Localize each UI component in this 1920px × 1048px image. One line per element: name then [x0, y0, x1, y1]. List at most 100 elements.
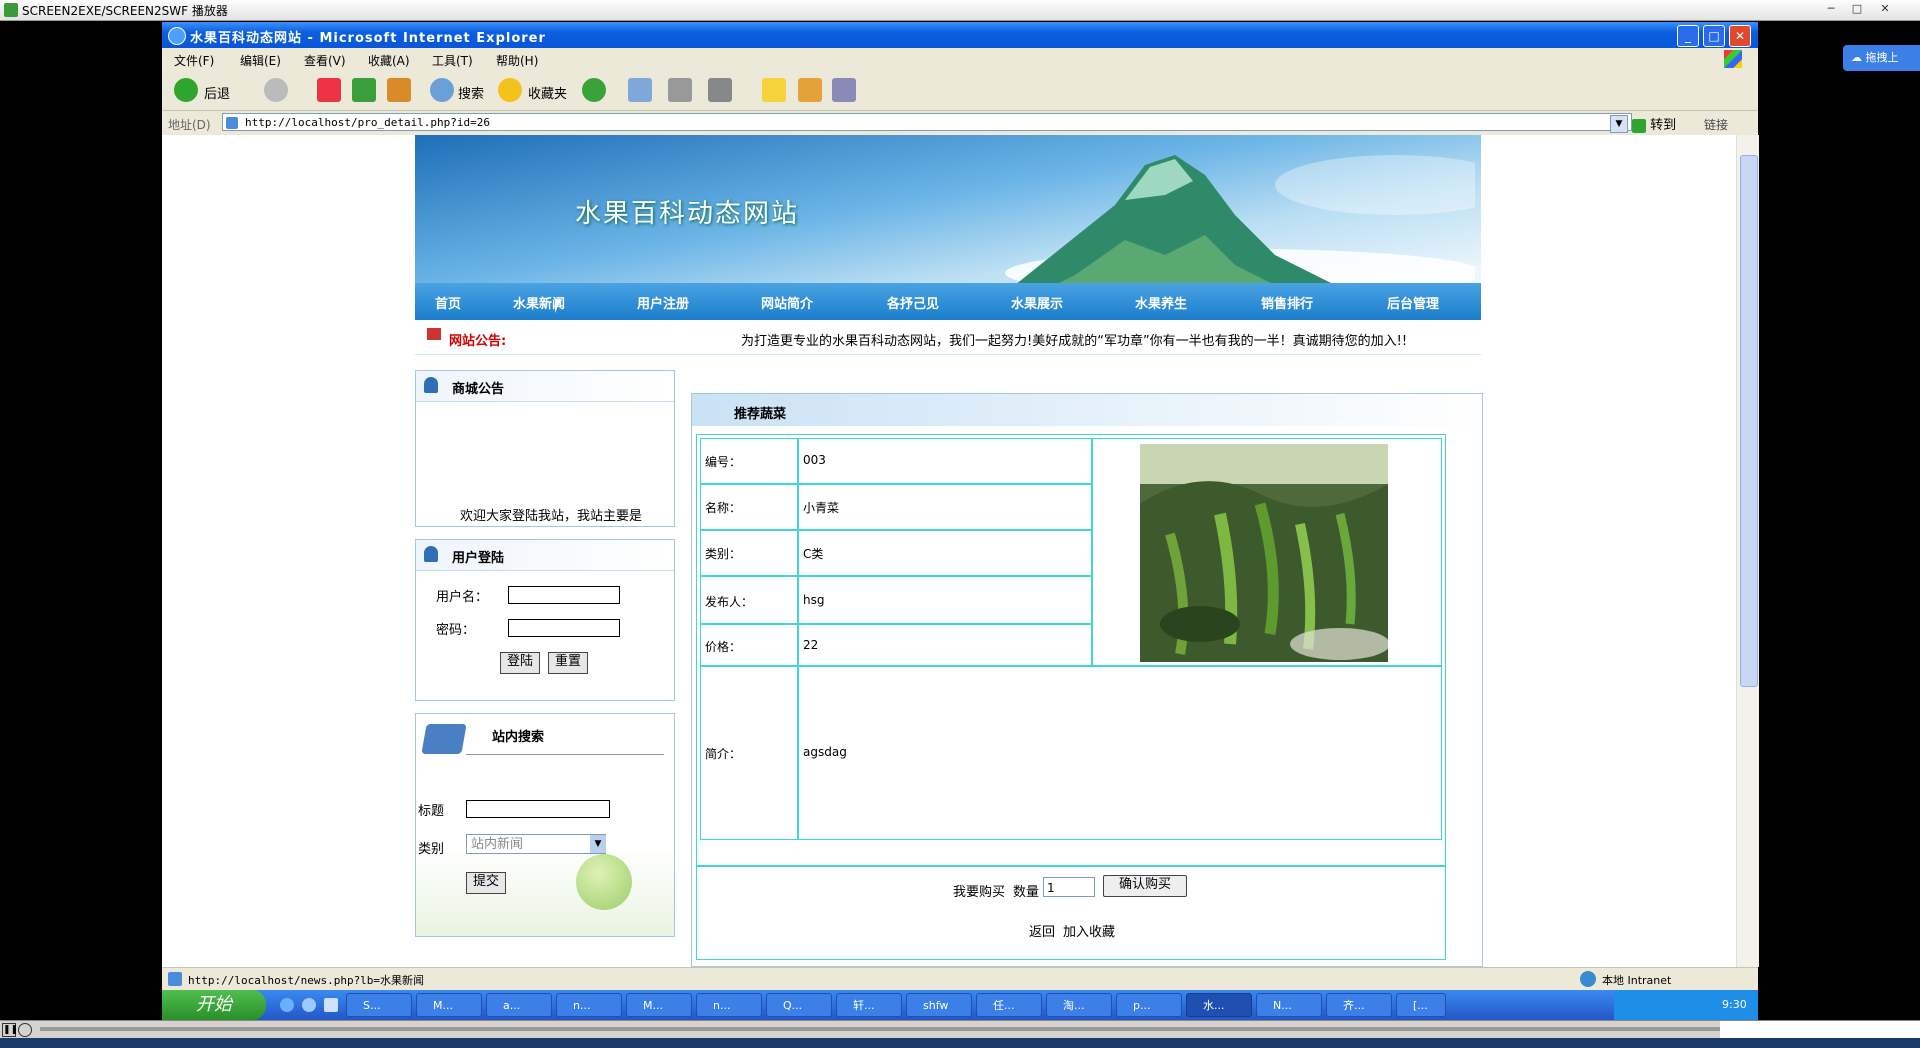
- back-icon[interactable]: [174, 78, 198, 102]
- nav-health[interactable]: 水果养生: [1135, 293, 1187, 312]
- search-box: 站内搜索 标题 类别 站内新闻 ▼ 提交: [415, 713, 675, 937]
- search-icon[interactable]: [430, 78, 454, 102]
- menu-favorites[interactable]: 收藏(A): [368, 52, 410, 69]
- history-icon[interactable]: [582, 78, 606, 102]
- chevron-down-icon[interactable]: ▼: [590, 835, 606, 853]
- search-title-input[interactable]: [466, 800, 610, 818]
- notice-label: 网站公告:: [449, 334, 507, 349]
- quantity-input[interactable]: 1: [1043, 877, 1095, 897]
- menu-view[interactable]: 查看(V): [304, 52, 346, 69]
- nav-admin[interactable]: 后台管理: [1387, 293, 1439, 312]
- nav-register[interactable]: 用户注册: [637, 293, 689, 312]
- address-label: 地址(D): [168, 118, 211, 132]
- favorites-icon[interactable]: [498, 78, 522, 102]
- scroll-thumb[interactable]: [1740, 155, 1758, 687]
- menu-bar: 文件(F) 编辑(E) 查看(V) 收藏(A) 工具(T) 帮助(H): [162, 48, 1758, 71]
- menu-edit[interactable]: 编辑(E): [240, 52, 281, 69]
- minimize-button[interactable]: _: [1677, 25, 1699, 47]
- taskbar-item[interactable]: Q...: [766, 993, 832, 1017]
- taskbar-item[interactable]: 任...: [976, 993, 1042, 1017]
- ie-titlebar: 水果百科动态网站 - Microsoft Internet Explorer _…: [162, 22, 1758, 48]
- player-maximize-button[interactable]: □: [1848, 2, 1866, 16]
- player-minimize-button[interactable]: ─: [1822, 2, 1840, 16]
- taskbar: 开始 S... M... a... n... M... n... Q... 轩.…: [162, 990, 1758, 1020]
- forward-icon[interactable]: [264, 78, 288, 102]
- quicklaunch-media-icon[interactable]: [324, 998, 338, 1012]
- back-button[interactable]: 后退: [204, 83, 230, 102]
- nav-home[interactable]: 首页: [435, 293, 461, 312]
- go-button[interactable]: 转到: [1632, 114, 1676, 133]
- research-icon[interactable]: [798, 78, 822, 102]
- product-box: 推荐蔬菜 编号： 003 名称： 小青菜 类别： C类 发布人： hsg 价格：…: [691, 393, 1483, 967]
- start-button[interactable]: 开始: [162, 990, 266, 1020]
- confirm-purchase-button[interactable]: 确认购买: [1103, 875, 1187, 897]
- quicklaunch-desktop-icon[interactable]: [302, 998, 316, 1012]
- address-input[interactable]: http://localhost/pro_detail.php?id=26: [222, 113, 1632, 131]
- mountain-image: [1005, 155, 1475, 283]
- search-button[interactable]: 搜索: [458, 83, 484, 102]
- main-nav: 首页 水果新闻 用户注册 网站简介 各抒己见 水果展示 水果养生 销售排行 后台…: [415, 283, 1481, 320]
- page-icon: [226, 117, 238, 129]
- person-icon: [424, 377, 438, 393]
- playback-progress-bar[interactable]: [40, 1027, 1720, 1031]
- publisher-label: 发布人：: [705, 595, 754, 609]
- messenger-icon[interactable]: [832, 78, 856, 102]
- search-title-label: 标题: [418, 804, 445, 819]
- taskbar-item[interactable]: a...: [486, 993, 552, 1017]
- menu-file[interactable]: 文件(F): [174, 52, 214, 69]
- taskbar-item[interactable]: S...: [346, 993, 412, 1017]
- taskbar-item-active[interactable]: 水...: [1186, 993, 1252, 1017]
- username-input[interactable]: [508, 586, 620, 604]
- mail-icon[interactable]: [628, 78, 652, 102]
- taskbar-item[interactable]: n...: [696, 993, 762, 1017]
- reset-button[interactable]: 重置: [548, 652, 588, 674]
- nav-about[interactable]: 网站简介: [761, 293, 813, 312]
- username-label: 用户名：: [436, 590, 489, 605]
- taskbar-item[interactable]: [...: [1396, 993, 1446, 1017]
- host-taskbar-strip: [0, 1038, 1920, 1048]
- login-button[interactable]: 登陆: [500, 652, 540, 674]
- taskbar-item[interactable]: p...: [1116, 993, 1182, 1017]
- back-link[interactable]: 返回: [1029, 921, 1055, 940]
- taskbar-item[interactable]: N...: [1256, 993, 1322, 1017]
- row-value-cell: C类: [798, 530, 1092, 576]
- quicklaunch-ie-icon[interactable]: [280, 998, 294, 1012]
- password-input[interactable]: [508, 619, 620, 637]
- taskbar-item[interactable]: shfw: [906, 993, 972, 1017]
- search-submit-button[interactable]: 提交: [466, 872, 506, 894]
- maximize-button[interactable]: □: [1703, 25, 1725, 47]
- taskbar-item[interactable]: M...: [626, 993, 692, 1017]
- search-category-select[interactable]: 站内新闻: [466, 834, 606, 854]
- taskbar-item[interactable]: n...: [556, 993, 622, 1017]
- product-image: [1140, 444, 1388, 662]
- taskbar-buttons: S... M... a... n... M... n... Q... 轩... …: [346, 993, 1446, 1017]
- taskbar-item[interactable]: M...: [416, 993, 482, 1017]
- cloud-icon: ☁: [1851, 51, 1866, 64]
- taskbar-item[interactable]: 淘...: [1046, 993, 1112, 1017]
- player-close-button[interactable]: ✕: [1876, 2, 1894, 16]
- menu-help[interactable]: 帮助(H): [496, 52, 538, 69]
- close-button[interactable]: ✕: [1729, 25, 1751, 47]
- links-button[interactable]: 链接: [1704, 116, 1728, 133]
- taskbar-item[interactable]: 轩...: [836, 993, 902, 1017]
- refresh-icon[interactable]: [352, 78, 376, 102]
- edit-icon[interactable]: [708, 78, 732, 102]
- cloud-drag-badge[interactable]: ☁ 拖拽上: [1843, 45, 1920, 71]
- nav-sales-rank[interactable]: 销售排行: [1261, 293, 1313, 312]
- folder-icon[interactable]: [762, 78, 786, 102]
- home-icon[interactable]: [387, 78, 411, 102]
- nav-opinions[interactable]: 各抒己见: [887, 293, 939, 312]
- print-icon[interactable]: [668, 78, 692, 102]
- stop-icon[interactable]: [317, 78, 341, 102]
- address-dropdown-icon[interactable]: ▼: [1610, 115, 1628, 133]
- taskbar-item[interactable]: 齐...: [1326, 993, 1392, 1017]
- vertical-scrollbar[interactable]: [1736, 135, 1759, 967]
- search-pen-icon: [421, 724, 467, 754]
- menu-tools[interactable]: 工具(T): [432, 52, 473, 69]
- status-page-icon: [168, 972, 182, 986]
- pause-icon[interactable]: ❚❚: [2, 1023, 18, 1037]
- stop-playback-icon[interactable]: [18, 1023, 32, 1037]
- add-favorite-link[interactable]: 加入收藏: [1063, 921, 1115, 940]
- nav-fruit-show[interactable]: 水果展示: [1011, 293, 1063, 312]
- favorites-button[interactable]: 收藏夹: [528, 83, 567, 102]
